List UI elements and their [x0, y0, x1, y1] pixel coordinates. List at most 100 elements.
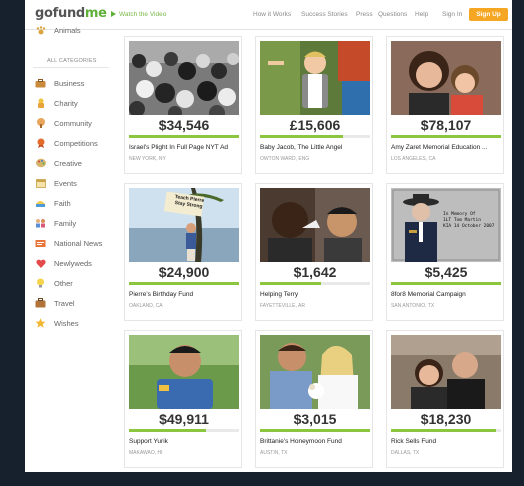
progress-bar: [129, 282, 239, 285]
sidebar-item-other[interactable]: Other: [35, 276, 73, 290]
sidebar-item-travel[interactable]: Travel: [35, 296, 75, 310]
campaign-location: OAKLAND, CA: [129, 303, 163, 309]
campaign-title[interactable]: Pierre's Birthday Fund: [129, 291, 241, 298]
sidebar-item-newlyweds[interactable]: Newlyweds: [35, 256, 92, 270]
all-categories-heading: ALL CATEGORIES: [47, 58, 97, 64]
progress-bar: [260, 429, 370, 432]
faith-icon: [35, 198, 46, 208]
briefcase-icon: [35, 78, 46, 88]
progress-fill: [391, 429, 496, 432]
campaign-card[interactable]: $78,107 Amy Zaret Memorial Education ...…: [386, 36, 504, 174]
campaign-title[interactable]: Helping Terry: [260, 291, 372, 298]
campaign-location: LOS ANGELES, CA: [391, 156, 436, 162]
campaign-title[interactable]: Brittanie's Honeymoon Fund: [260, 438, 372, 445]
family-icon: [35, 218, 46, 228]
campaign-title[interactable]: Rick Sells Fund: [391, 438, 503, 445]
campaign-photo[interactable]: [129, 335, 239, 409]
sign-up-button[interactable]: Sign Up: [469, 8, 508, 21]
campaign-card[interactable]: $49,911 Support Yurik MAKAWAO, HI: [124, 330, 242, 468]
charity-icon: [35, 98, 46, 108]
progress-bar: [129, 135, 239, 138]
amount-raised: $1,642: [293, 264, 337, 280]
campaign-location: SAN ANTONIO, TX: [391, 303, 435, 309]
amount-raised: $24,900: [158, 264, 210, 280]
campaign-card[interactable]: $34,546 Israel's Plight In Full Page NYT…: [124, 36, 242, 174]
campaign-location: FAYETTEVILLE, AR: [260, 303, 305, 309]
top-navigation-bar: gofundme Watch the Video How it Works Su…: [25, 0, 512, 30]
campaign-card[interactable]: $1,642 Helping Terry FAYETTEVILLE, AR: [255, 183, 373, 321]
nav-sign-in[interactable]: Sign In: [442, 11, 462, 18]
sidebar-item-animals[interactable]: Animals: [35, 23, 81, 37]
heart-icon: [35, 258, 46, 268]
amount-raised: $5,425: [424, 264, 468, 280]
amount-raised: $78,107: [420, 117, 472, 133]
campaign-title[interactable]: 8for8 Memorial Campaign: [391, 291, 503, 298]
amount-raised: £15,606: [289, 117, 341, 133]
campaign-card[interactable]: $18,230 Rick Sells Fund DALLAS, TX: [386, 330, 504, 468]
sidebar-item-charity[interactable]: Charity: [35, 96, 78, 110]
progress-fill: [260, 282, 321, 285]
campaign-location: MAKAWAO, HI: [129, 450, 163, 456]
calendar-icon: [35, 178, 46, 188]
progress-bar: [391, 429, 501, 432]
campaign-photo[interactable]: [391, 335, 501, 409]
palette-icon: [35, 158, 46, 168]
campaign-location: OWTON WARD, ENG: [260, 156, 310, 162]
campaign-location: DALLAS, TX: [391, 450, 420, 456]
campaign-photo[interactable]: [129, 41, 239, 115]
campaign-title[interactable]: Support Yurik: [129, 438, 241, 445]
nav-questions[interactable]: Questions: [378, 11, 407, 18]
sidebar-item-family[interactable]: Family: [35, 216, 76, 230]
progress-fill: [260, 135, 343, 138]
nav-success-stories[interactable]: Success Stories: [301, 11, 348, 18]
campaign-photo[interactable]: Teach Pierre Stay Strong: [129, 188, 239, 262]
play-icon: [111, 11, 116, 18]
campaign-card[interactable]: £15,606 Baby Jacob, The Little Angel OWT…: [255, 36, 373, 174]
progress-bar: [391, 282, 501, 285]
sidebar-item-faith[interactable]: Faith: [35, 196, 71, 210]
ribbon-icon: [35, 138, 46, 148]
campaign-title[interactable]: Baby Jacob, The Little Angel: [260, 144, 372, 151]
sidebar-item-creative[interactable]: Creative: [35, 156, 82, 170]
memorial-text: KIA 14 October 2007: [443, 224, 495, 229]
community-icon: [35, 118, 46, 128]
progress-fill: [260, 429, 370, 432]
sidebar-item-competitions[interactable]: Competitions: [35, 136, 98, 150]
nav-help[interactable]: Help: [415, 11, 428, 18]
progress-fill: [129, 282, 239, 285]
campaign-card[interactable]: $3,015 Brittanie's Honeymoon Fund AUSTIN…: [255, 330, 373, 468]
watch-video-link[interactable]: Watch the Video: [111, 11, 166, 18]
campaign-photo[interactable]: [260, 335, 370, 409]
sidebar-item-community[interactable]: Community: [35, 116, 92, 130]
sidebar-item-business[interactable]: Business: [35, 76, 84, 90]
progress-bar: [260, 135, 370, 138]
sidebar-item-events[interactable]: Events: [35, 176, 77, 190]
lightbulb-icon: [35, 278, 46, 288]
progress-bar: [391, 135, 501, 138]
sidebar-item-national-news[interactable]: National News: [35, 236, 102, 250]
campaign-photo[interactable]: In Memory Of 1LT Tom Martin KIA 14 Octob…: [391, 188, 501, 262]
page: gofundme Watch the Video How it Works Su…: [25, 0, 512, 472]
sidebar-item-wishes[interactable]: Wishes: [35, 316, 79, 330]
progress-fill: [391, 135, 501, 138]
campaign-card[interactable]: In Memory Of 1LT Tom Martin KIA 14 Octob…: [386, 183, 504, 321]
nav-press[interactable]: Press: [356, 11, 373, 18]
campaign-card[interactable]: Teach Pierre Stay Strong $24,900 Pierre'…: [124, 183, 242, 321]
progress-bar: [129, 429, 239, 432]
campaign-photo[interactable]: [260, 41, 370, 115]
gofundme-logo[interactable]: gofundme: [35, 6, 107, 21]
star-icon: [35, 318, 46, 328]
campaign-photo[interactable]: [391, 41, 501, 115]
amount-raised: $34,546: [158, 117, 210, 133]
campaign-title[interactable]: Amy Zaret Memorial Education ...: [391, 144, 503, 151]
paw-icon: [35, 25, 46, 35]
nav-how-it-works[interactable]: How it Works: [253, 11, 291, 18]
campaign-title[interactable]: Israel's Plight In Full Page NYT Ad: [129, 144, 241, 151]
divider: [33, 67, 109, 68]
progress-fill: [129, 429, 206, 432]
campaign-location: AUSTIN, TX: [260, 450, 288, 456]
amount-raised: $49,911: [159, 411, 209, 427]
progress-bar: [260, 282, 370, 285]
suitcase-icon: [35, 298, 46, 308]
campaign-photo[interactable]: [260, 188, 370, 262]
